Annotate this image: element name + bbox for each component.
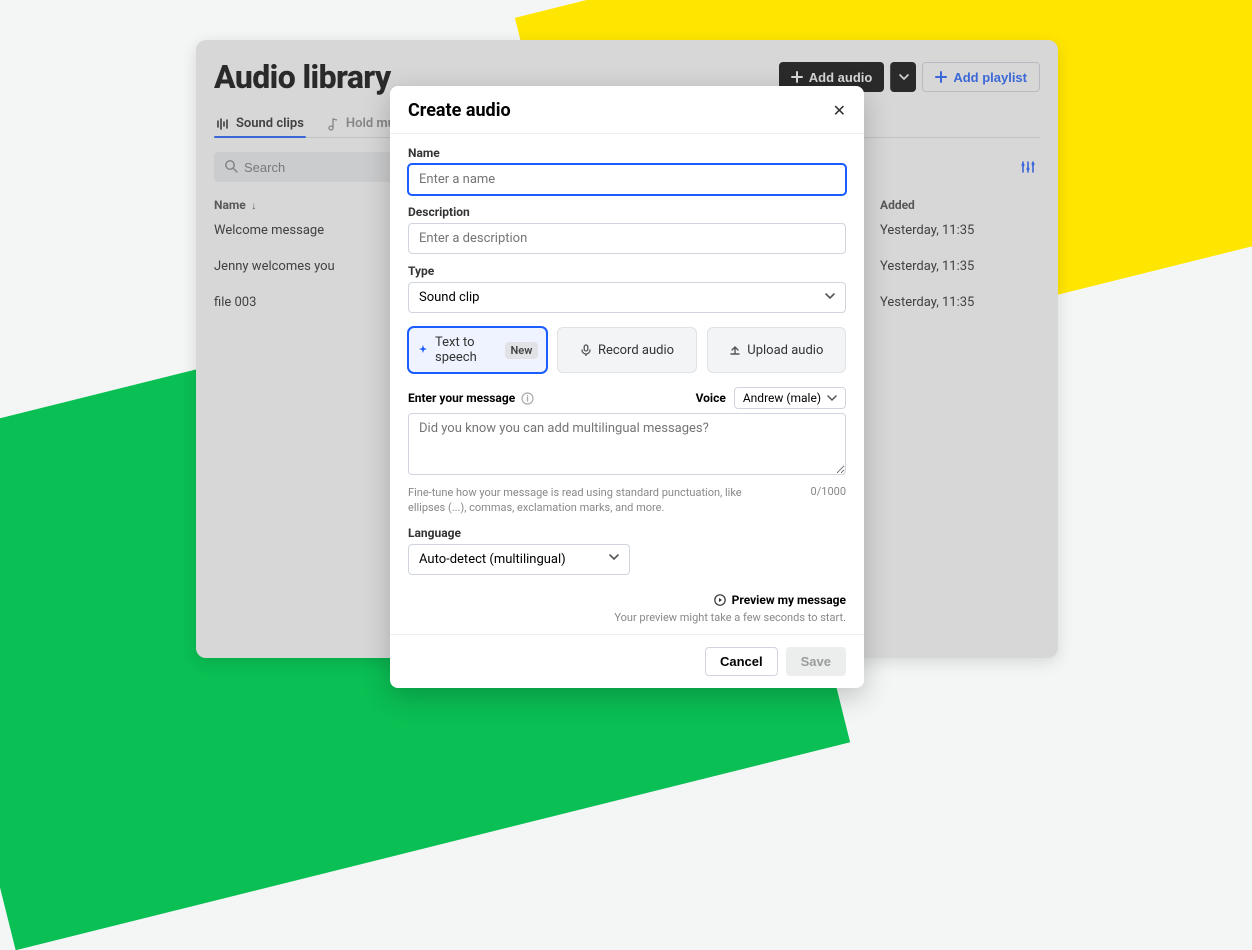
char-count: 0/1000: [811, 485, 846, 516]
voice-value: Andrew (male): [743, 391, 821, 405]
name-label: Name: [408, 146, 846, 160]
sparkle-icon: [417, 344, 429, 356]
save-button[interactable]: Save: [786, 647, 846, 676]
waveform-icon: [216, 117, 230, 131]
plus-icon: [791, 71, 803, 83]
plus-icon: [935, 71, 947, 83]
chevron-down-icon: [899, 72, 909, 82]
preview-hint: Your preview might take a few seconds to…: [408, 611, 846, 624]
language-select[interactable]: Auto-detect (multilingual): [408, 544, 630, 575]
create-audio-modal: Create audio ✕ Name Description Type Sou…: [390, 86, 864, 688]
filter-icon[interactable]: [1020, 159, 1040, 175]
new-badge: New: [505, 342, 539, 359]
search-icon: [224, 159, 238, 173]
chevron-down-icon: [827, 393, 837, 403]
modal-title: Create audio: [408, 100, 511, 121]
preview-message-button[interactable]: Preview my message: [714, 593, 846, 607]
message-hint: Fine-tune how your message is read using…: [408, 485, 768, 516]
sort-down-icon: ↓: [249, 201, 257, 212]
type-label: Type: [408, 264, 846, 278]
language-label: Language: [408, 526, 846, 540]
add-audio-label: Add audio: [809, 70, 873, 85]
close-button[interactable]: ✕: [833, 101, 846, 121]
tab-sound-clips-label: Sound clips: [236, 116, 304, 131]
name-input[interactable]: [408, 164, 846, 195]
cell-added: Yesterday, 11:35: [880, 223, 1040, 238]
description-input[interactable]: [408, 223, 846, 254]
text-to-speech-button[interactable]: Text to speech New: [408, 327, 547, 373]
preview-label: Preview my message: [732, 593, 846, 607]
column-header-added[interactable]: Added: [880, 198, 1040, 212]
cell-added: Yesterday, 11:35: [880, 295, 1040, 310]
message-textarea[interactable]: [408, 413, 846, 475]
page-title: Audio library: [214, 58, 391, 96]
add-audio-chevron[interactable]: [890, 62, 916, 92]
type-select[interactable]: Sound clip: [408, 282, 846, 313]
voice-label: Voice: [696, 391, 726, 405]
upload-audio-button[interactable]: Upload audio: [707, 327, 846, 373]
upload-label: Upload audio: [747, 343, 823, 358]
message-label: Enter your message: [408, 391, 515, 405]
upload-icon: [729, 344, 741, 356]
record-label: Record audio: [598, 343, 674, 358]
description-label: Description: [408, 205, 846, 219]
play-icon: [714, 594, 726, 606]
microphone-icon: [580, 344, 592, 356]
close-icon: ✕: [833, 103, 846, 120]
record-audio-button[interactable]: Record audio: [557, 327, 696, 373]
add-playlist-label: Add playlist: [953, 70, 1027, 85]
tab-sound-clips[interactable]: Sound clips: [214, 110, 306, 137]
add-playlist-button[interactable]: Add playlist: [922, 62, 1040, 92]
cell-added: Yesterday, 11:35: [880, 259, 1040, 274]
voice-select[interactable]: Andrew (male): [734, 387, 846, 409]
music-note-icon: [326, 117, 340, 131]
cancel-button[interactable]: Cancel: [705, 647, 778, 676]
tts-label: Text to speech: [435, 335, 499, 365]
info-icon[interactable]: [521, 392, 534, 405]
